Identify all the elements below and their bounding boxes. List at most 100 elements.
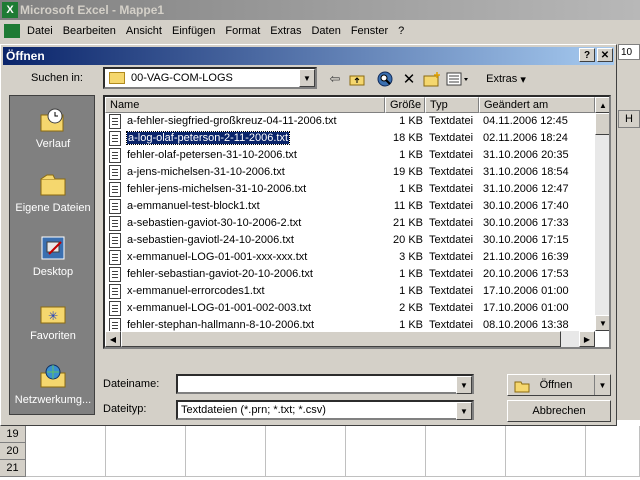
file-type: Textdatei <box>429 319 474 331</box>
text-file-icon <box>109 233 121 248</box>
grid-cells[interactable] <box>26 426 106 477</box>
open-options-arrow[interactable]: ▼ <box>594 375 610 395</box>
file-row[interactable]: x-emmanuel-LOG-01-001-xxx-xxx.txt 3 KB Tex… <box>105 249 595 266</box>
file-row[interactable]: fehler-jens-michelsen-31-10-2006.txt 1 KB… <box>105 181 595 198</box>
open-button[interactable]: Öffnen ▼ <box>507 374 611 396</box>
file-size: 1 KB <box>399 183 423 195</box>
row-header-19[interactable]: 19 <box>0 426 26 443</box>
back-arrow-icon[interactable]: ⇦ <box>325 69 345 89</box>
menu-datei[interactable]: Datei <box>22 25 58 37</box>
file-type: Textdatei <box>429 268 474 280</box>
menu-help[interactable]: ? <box>393 25 409 37</box>
menu-extras[interactable]: Extras <box>265 25 306 37</box>
column-header-h[interactable]: H <box>618 110 640 128</box>
scroll-down-icon[interactable]: ▼ <box>595 315 609 331</box>
font-size-box[interactable]: 10 <box>618 44 640 60</box>
grid-cells[interactable] <box>586 426 640 477</box>
file-size: 1 KB <box>399 285 423 297</box>
excel-title: Microsoft Excel - Mappe1 <box>20 3 165 17</box>
menu-ansicht[interactable]: Ansicht <box>121 25 167 37</box>
filename-input[interactable]: ▼ <box>176 374 474 394</box>
file-type: Textdatei <box>429 217 474 229</box>
place-label: Netzwerkumg... <box>14 394 92 406</box>
svg-text:✳: ✳ <box>48 309 58 323</box>
file-type: Textdatei <box>429 200 474 212</box>
file-row[interactable]: a-fehler-siegfried-großkreuz-04-11-2006.… <box>105 113 595 130</box>
cancel-button[interactable]: Abbrechen <box>507 400 611 422</box>
file-row[interactable]: fehler-olaf-petersen-31-10-2006.txt 1 KB T… <box>105 147 595 164</box>
chevron-down-icon[interactable]: ▼ <box>456 402 472 420</box>
file-name: fehler-jens-michelsen-31-10-2006.txt <box>127 183 307 195</box>
scroll-thumb[interactable] <box>595 113 609 135</box>
column-header-size[interactable]: Größe <box>385 97 425 113</box>
grid-cells[interactable] <box>186 426 266 477</box>
folder-icon <box>109 72 125 84</box>
file-modified: 08.10.2006 13:38 <box>483 319 569 331</box>
file-modified: 21.10.2006 16:39 <box>483 251 569 263</box>
grid-cells[interactable] <box>426 426 506 477</box>
file-modified: 30.10.2006 17:33 <box>483 217 569 229</box>
places-bar: Verlauf Eigene Dateien Desktop ✳ Favorit… <box>9 95 95 415</box>
horizontal-scrollbar[interactable]: ◀ ▶ <box>105 331 595 347</box>
look-in-label: Suchen in: <box>31 72 83 84</box>
file-list[interactable]: Name Größe Typ Geändert am a-fehler-sieg… <box>103 95 611 349</box>
hscroll-thumb[interactable] <box>121 331 561 347</box>
menu-fenster[interactable]: Fenster <box>346 25 393 37</box>
menu-bearbeiten[interactable]: Bearbeiten <box>58 25 121 37</box>
grid-cells[interactable] <box>106 426 186 477</box>
look-in-combo[interactable]: 00-VAG-COM-LOGS ▼ <box>103 67 317 89</box>
grid-cells[interactable] <box>506 426 586 477</box>
place-my-documents[interactable]: Eigene Dateien <box>10 170 96 214</box>
scroll-up-icon[interactable]: ▲ <box>595 97 609 113</box>
file-row[interactable]: a-sebastien-gaviot-30-10-2006-2.txt 21 KB… <box>105 215 595 232</box>
help-button[interactable]: ? <box>579 48 595 62</box>
menu-format[interactable]: Format <box>220 25 265 37</box>
column-header-type[interactable]: Typ <box>425 97 479 113</box>
place-history[interactable]: Verlauf <box>10 106 96 150</box>
place-desktop[interactable]: Desktop <box>10 234 96 278</box>
file-row[interactable]: x-emmanuel-errorcodes1.txt 1 KB Textdatei 1… <box>105 283 595 300</box>
file-row[interactable]: a-log-olaf-peterson-2-11-2006.txt 18 KB Te… <box>105 130 595 147</box>
views-icon[interactable] <box>445 69 471 89</box>
network-icon <box>38 362 68 390</box>
column-header-name[interactable]: Name <box>105 97 385 113</box>
place-network[interactable]: Netzwerkumg... <box>10 362 96 406</box>
dialog-title: Öffnen <box>6 49 45 63</box>
grid-cells[interactable] <box>346 426 426 477</box>
excel-document-icon[interactable] <box>4 24 20 38</box>
file-type: Textdatei <box>429 149 474 161</box>
row-header-21[interactable]: 21 <box>0 460 26 477</box>
file-modified: 31.10.2006 20:35 <box>483 149 569 161</box>
desktop-icon <box>38 234 68 262</box>
file-modified: 04.11.2006 12:45 <box>483 115 568 127</box>
text-file-icon <box>109 250 121 265</box>
filetype-select[interactable]: Textdateien (*.prn; *.txt; *.csv) ▼ <box>176 400 474 420</box>
up-folder-icon[interactable] <box>347 69 367 89</box>
file-row[interactable]: fehler-sebastian-gaviot-20-10-2006.txt 1 … <box>105 266 595 283</box>
search-web-icon[interactable] <box>375 69 395 89</box>
scroll-left-icon[interactable]: ◀ <box>105 331 121 347</box>
vertical-scrollbar[interactable]: ▲ ▼ <box>595 97 609 331</box>
menu-daten[interactable]: Daten <box>306 25 345 37</box>
file-name: a-log-olaf-peterson-2-11-2006.txt <box>126 131 290 145</box>
place-favorites[interactable]: ✳ Favoriten <box>10 298 96 342</box>
chevron-down-icon[interactable]: ▼ <box>299 69 315 87</box>
row-header-20[interactable]: 20 <box>0 443 26 460</box>
file-type: Textdatei <box>429 251 474 263</box>
file-row[interactable]: x-emmanuel-LOG-01-001-002-003.txt 2 KB Tex… <box>105 300 595 317</box>
menu-einfuegen[interactable]: Einfügen <box>167 25 220 37</box>
chevron-down-icon[interactable]: ▼ <box>456 376 472 394</box>
file-row[interactable]: a-sebastien-gaviotl-24-10-2006.txt 20 KB T… <box>105 232 595 249</box>
file-row[interactable]: a-emmanuel-test-block1.txt 11 KB Textdatei… <box>105 198 595 215</box>
file-size: 1 KB <box>399 115 423 127</box>
column-header-modified[interactable]: Geändert am <box>479 97 595 113</box>
file-modified: 31.10.2006 12:47 <box>483 183 569 195</box>
scroll-right-icon[interactable]: ▶ <box>579 331 595 347</box>
extras-menu-button[interactable]: Extras ▾ <box>481 69 531 89</box>
close-button[interactable]: ✕ <box>597 48 613 62</box>
new-folder-icon[interactable] <box>421 69 443 89</box>
delete-icon[interactable]: ✕ <box>399 69 419 89</box>
file-row[interactable]: a-jens-michelsen-31-10-2006.txt 19 KB Text… <box>105 164 595 181</box>
file-name: x-emmanuel-LOG-01-001-xxx-xxx.txt <box>127 251 308 263</box>
grid-cells[interactable] <box>266 426 346 477</box>
